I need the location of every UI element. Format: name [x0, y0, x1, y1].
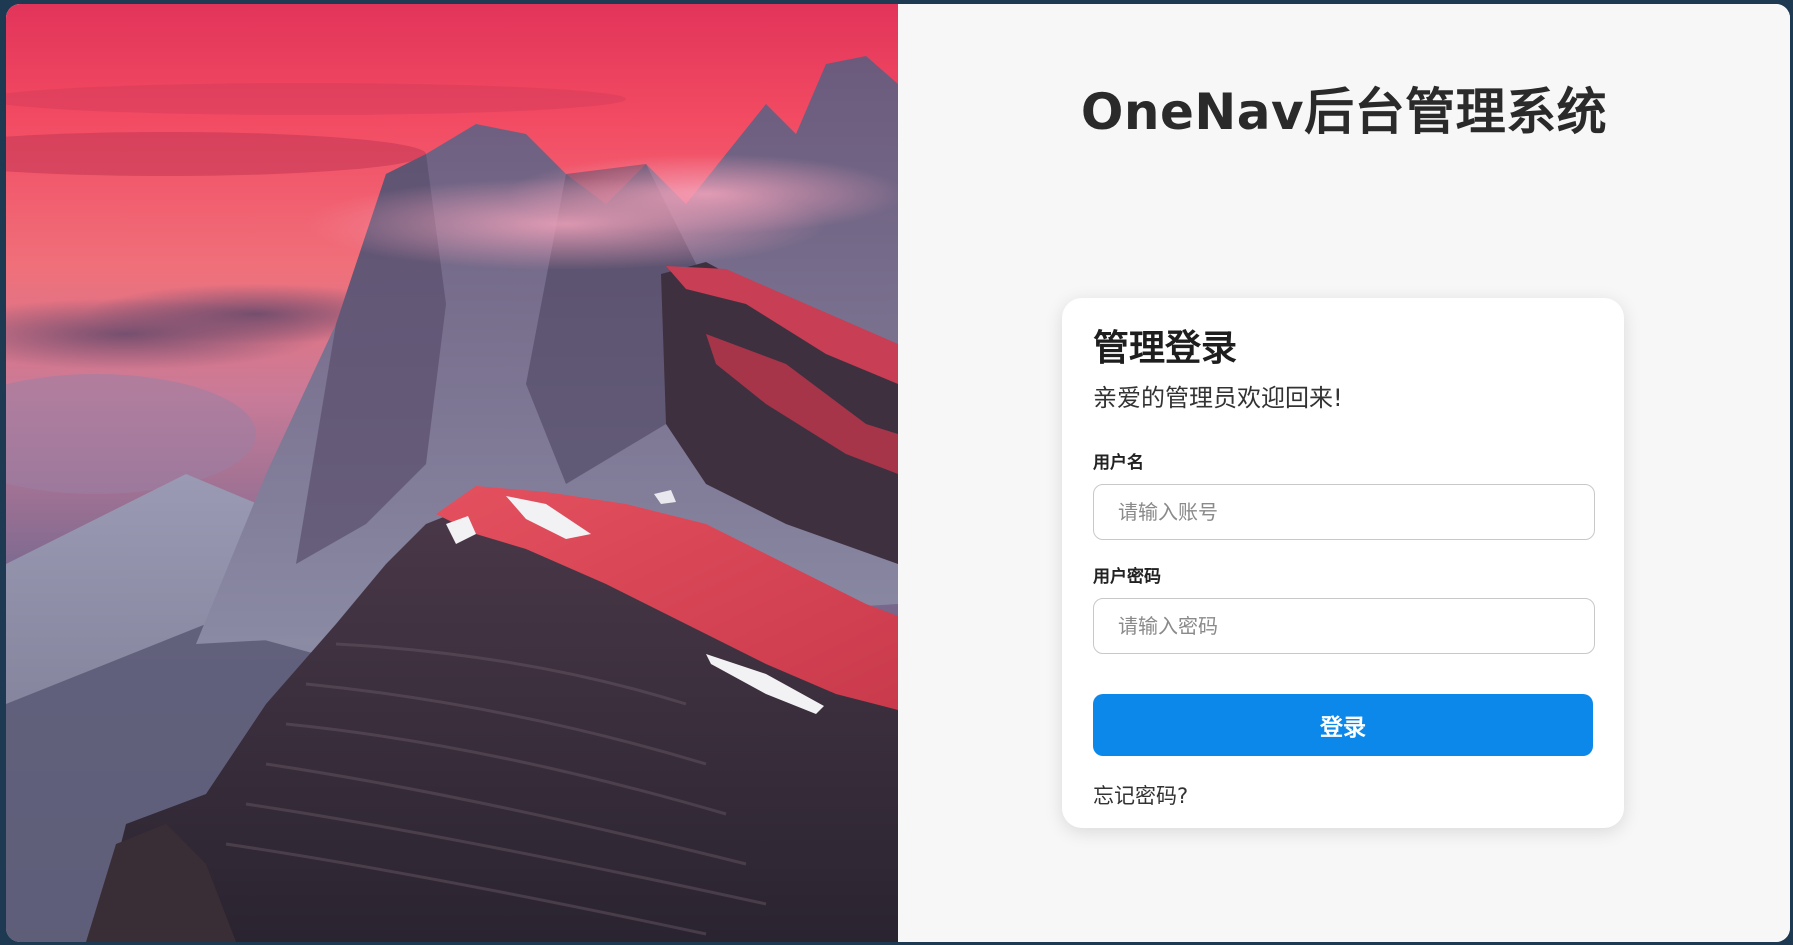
password-input[interactable] [1093, 598, 1595, 654]
login-page: OneNav后台管理系统 管理登录 亲爱的管理员欢迎回来! 用户名 用户密码 登… [6, 4, 1790, 942]
hero-mountain-image [6, 4, 898, 942]
forgot-password-link[interactable]: 忘记密码? [1093, 780, 1188, 810]
login-card-subtitle: 亲爱的管理员欢迎回来! [1093, 384, 1343, 412]
login-button[interactable]: 登录 [1093, 694, 1593, 756]
login-card-title: 管理登录 [1093, 328, 1238, 369]
app-title: OneNav后台管理系统 [1080, 83, 1608, 141]
username-input[interactable] [1093, 484, 1595, 540]
username-label: 用户名 [1093, 453, 1144, 473]
login-card: 管理登录 亲爱的管理员欢迎回来! 用户名 用户密码 登录 忘记密码? [1062, 298, 1624, 828]
login-panel: OneNav后台管理系统 管理登录 亲爱的管理员欢迎回来! 用户名 用户密码 登… [898, 4, 1790, 942]
password-label: 用户密码 [1093, 567, 1161, 587]
